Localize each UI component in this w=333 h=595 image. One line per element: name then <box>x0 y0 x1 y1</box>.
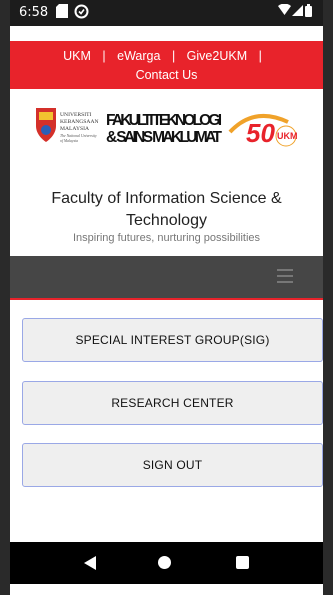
faculty-name-line2: & SAINS MAKLUMAT <box>106 129 223 146</box>
anniversary-number: 50 <box>246 118 275 148</box>
app-screen: 6:58 UKM | eWarga | Give2UKM | Contact U… <box>10 0 323 595</box>
android-navigation-bar <box>10 542 323 584</box>
page-tagline: Inspiring futures, nurturing possibiliti… <box>72 232 261 244</box>
ukm-name-line: UNIVERSITI <box>60 112 92 118</box>
battery-icon <box>305 4 312 21</box>
ukm-name-line: KEBANGSAAN <box>60 119 99 125</box>
status-time: 6:58 <box>19 5 49 20</box>
nav-separator: | <box>171 49 176 63</box>
faculty-logo: UNIVERSITI KEBANGSAAN MALAYSIA The Natio… <box>36 108 298 148</box>
sd-card-icon <box>56 4 68 22</box>
recent-apps-icon[interactable] <box>236 556 249 569</box>
nav-link-give2ukm[interactable]: Give2UKM <box>187 49 247 63</box>
sync-icon <box>74 4 89 23</box>
page-title: Faculty of Information Science & Technol… <box>51 190 282 229</box>
status-bar: 6:58 <box>10 0 323 26</box>
nav-separator: | <box>102 49 106 63</box>
ukm-crest-icon <box>36 108 56 142</box>
anniversary-50-badge: 50 UKM <box>228 114 298 148</box>
faculty-name-line1: FAKULTI TEKNOLOGI <box>106 112 222 129</box>
back-icon[interactable] <box>84 556 96 575</box>
nav-link-ewarga[interactable]: eWarga <box>117 49 160 63</box>
hamburger-menu-icon[interactable] <box>277 269 293 287</box>
nav-separator: | <box>258 49 262 63</box>
sig-button[interactable]: SPECIAL INTEREST GROUP(SIG) <box>22 318 323 362</box>
anniversary-tag: UKM <box>277 131 298 141</box>
home-icon[interactable] <box>158 556 171 569</box>
menu-bar <box>10 256 323 300</box>
top-navigation: UKM | eWarga | Give2UKM | Contact Us <box>10 41 323 89</box>
ukm-subtitle: The National University <box>60 134 97 138</box>
research-center-button[interactable]: RESEARCH CENTER <box>22 381 323 425</box>
nav-link-contact-us[interactable]: Contact Us <box>136 68 198 82</box>
signal-icon <box>292 4 303 21</box>
wifi-icon <box>278 3 291 21</box>
sign-out-button[interactable]: SIGN OUT <box>22 443 323 487</box>
ukm-name-line: MALAYSIA <box>60 126 89 132</box>
nav-link-ukm[interactable]: UKM <box>63 49 91 63</box>
ukm-subtitle: of Malaysia <box>60 139 78 143</box>
